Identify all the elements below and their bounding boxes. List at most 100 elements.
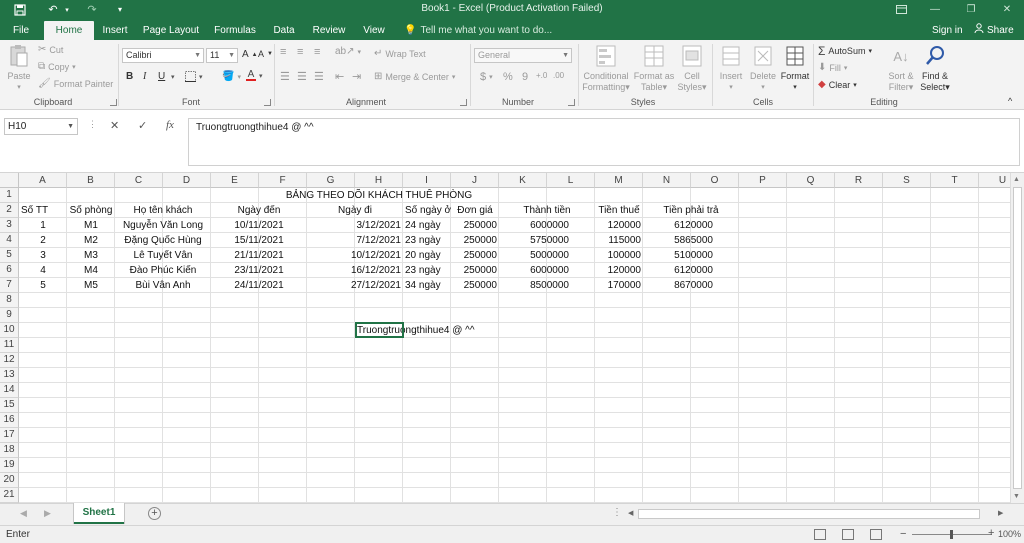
font-size-select[interactable]: 11 ▼ xyxy=(206,48,238,63)
column-header[interactable]: S xyxy=(883,173,931,188)
borders-button[interactable]: ▾ xyxy=(185,71,203,82)
data-cell[interactable]: 5750000 xyxy=(499,233,571,248)
zoom-level[interactable]: 100% xyxy=(998,529,1021,539)
row-header[interactable]: 1 xyxy=(0,188,19,203)
tab-home[interactable]: Home xyxy=(44,21,94,40)
zoom-out-icon[interactable]: − xyxy=(900,528,906,540)
cut-button[interactable]: ✂ Cut xyxy=(38,44,63,55)
bold-button[interactable]: B xyxy=(126,71,133,82)
row-header[interactable]: 2 xyxy=(0,203,19,218)
row-header[interactable]: 12 xyxy=(0,353,19,368)
minimize-icon[interactable]: — xyxy=(924,2,946,16)
data-cell[interactable]: 23 ngày xyxy=(403,263,451,278)
paste-button[interactable]: Paste ▾ xyxy=(6,44,32,93)
number-format-select[interactable]: General ▼ xyxy=(474,48,572,63)
vertical-scrollbar[interactable]: ▲ ▼ xyxy=(1010,173,1024,503)
data-cell[interactable]: Lê Tuyết Vân xyxy=(115,248,211,263)
column-header[interactable]: R xyxy=(835,173,883,188)
zoom-slider-knob[interactable] xyxy=(950,530,953,539)
data-cell[interactable]: 120000 xyxy=(571,263,643,278)
align-center-icon[interactable]: ☰ xyxy=(297,70,307,83)
data-cell[interactable]: 1 xyxy=(19,218,67,233)
data-cell[interactable]: Đào Phúc Kiến xyxy=(115,263,211,278)
row-header[interactable]: 14 xyxy=(0,383,19,398)
data-cell[interactable]: 120000 xyxy=(571,218,643,233)
data-cell[interactable]: 23 ngày xyxy=(403,233,451,248)
row-header[interactable]: 18 xyxy=(0,443,19,458)
row-header[interactable]: 9 xyxy=(0,308,19,323)
note-cell[interactable]: Truongtruongthihue4 @ ^^ xyxy=(355,323,555,338)
data-cell[interactable]: 16/12/2021 xyxy=(307,263,403,278)
cancel-icon[interactable]: ✕ xyxy=(110,119,119,132)
data-cell[interactable]: M5 xyxy=(67,278,115,293)
align-middle-icon[interactable]: ≡ xyxy=(297,46,303,58)
column-header[interactable]: L xyxy=(547,173,595,188)
data-cell[interactable]: 250000 xyxy=(451,278,499,293)
data-cell[interactable]: 170000 xyxy=(571,278,643,293)
collapse-ribbon-icon[interactable]: ^ xyxy=(1008,96,1012,106)
column-header[interactable]: E xyxy=(211,173,259,188)
column-header[interactable]: C xyxy=(115,173,163,188)
column-header[interactable]: N xyxy=(643,173,691,188)
data-cell[interactable]: 27/12/2021 xyxy=(307,278,403,293)
row-header[interactable]: 5 xyxy=(0,248,19,263)
increase-decimal-icon[interactable]: +.0 xyxy=(536,71,547,80)
zoom-in-icon[interactable]: + xyxy=(988,527,994,539)
header-cell[interactable]: Tiền phải trả xyxy=(643,203,739,218)
data-cell[interactable]: 24 ngày xyxy=(403,218,451,233)
close-icon[interactable]: ✕ xyxy=(996,2,1018,16)
align-left-icon[interactable]: ☰ xyxy=(280,70,290,83)
column-header[interactable]: M xyxy=(595,173,643,188)
data-cell[interactable]: 100000 xyxy=(571,248,643,263)
next-sheet-icon[interactable]: ▶ xyxy=(44,508,51,519)
font-launcher-icon[interactable] xyxy=(264,99,271,106)
data-cell[interactable]: 250000 xyxy=(451,218,499,233)
row-header[interactable]: 20 xyxy=(0,473,19,488)
insert-cells-button[interactable]: Insert ▾ xyxy=(716,44,746,93)
row-header[interactable]: 17 xyxy=(0,428,19,443)
align-top-icon[interactable]: ≡ xyxy=(280,46,286,58)
sheet-title-cell[interactable]: BẢNG THEO DÕI KHÁCH THUÊ PHÒNG xyxy=(19,188,739,203)
row-header[interactable]: 7 xyxy=(0,278,19,293)
data-cell[interactable]: Bùi Vân Anh xyxy=(115,278,211,293)
data-cell[interactable]: 7/12/2021 xyxy=(307,233,403,248)
clipboard-launcher-icon[interactable] xyxy=(110,99,117,106)
enter-icon[interactable]: ✓ xyxy=(138,119,147,132)
conditional-formatting-button[interactable]: Conditional Formatting▾ xyxy=(580,44,632,93)
cell-styles-button[interactable]: Cell Styles▾ xyxy=(676,44,708,93)
tab-file[interactable]: File xyxy=(6,21,36,40)
column-header[interactable]: D xyxy=(163,173,211,188)
header-cell[interactable]: Ngày đi xyxy=(307,203,403,218)
data-cell[interactable]: 250000 xyxy=(451,263,499,278)
delete-cells-button[interactable]: Delete ▾ xyxy=(747,44,779,93)
data-cell[interactable]: 3 xyxy=(19,248,67,263)
data-cell[interactable]: 3/12/2021 xyxy=(307,218,403,233)
column-header[interactable]: H xyxy=(355,173,403,188)
row-header[interactable]: 15 xyxy=(0,398,19,413)
data-cell[interactable]: 5100000 xyxy=(643,248,715,263)
restore-icon[interactable]: ❐ xyxy=(960,2,982,16)
data-cell[interactable]: Nguyễn Văn Long xyxy=(115,218,211,233)
data-cell[interactable]: 10/12/2021 xyxy=(307,248,403,263)
row-header[interactable]: 21 xyxy=(0,488,19,503)
data-cell[interactable]: M3 xyxy=(67,248,115,263)
data-cell[interactable]: 34 ngày xyxy=(403,278,451,293)
data-cell[interactable]: 6000000 xyxy=(499,263,571,278)
alignment-launcher-icon[interactable] xyxy=(460,99,467,106)
percent-button[interactable]: % xyxy=(503,71,513,83)
format-painter-button[interactable]: 🖌 Format Painter xyxy=(38,78,113,89)
column-header[interactable]: K xyxy=(499,173,547,188)
align-bottom-icon[interactable]: ≡ xyxy=(314,46,320,58)
clear-button[interactable]: ◆ Clear ▾ xyxy=(818,79,857,90)
sort-filter-button[interactable]: A↓ Sort & Filter▾ xyxy=(884,44,918,93)
data-cell[interactable]: 21/11/2021 xyxy=(211,248,307,263)
header-cell[interactable]: Số TT xyxy=(19,203,67,218)
scroll-right-icon[interactable]: ▶ xyxy=(998,509,1003,517)
sign-in-link[interactable]: Sign in xyxy=(932,21,963,40)
orientation-icon[interactable]: ab↗ ▾ xyxy=(335,46,361,57)
format-as-table-button[interactable]: Format as Table▾ xyxy=(632,44,676,93)
data-cell[interactable]: M2 xyxy=(67,233,115,248)
header-cell[interactable]: Đơn giá xyxy=(451,203,499,218)
fill-button[interactable]: ⬇ Fill ▾ xyxy=(818,62,847,73)
data-cell[interactable]: M4 xyxy=(67,263,115,278)
